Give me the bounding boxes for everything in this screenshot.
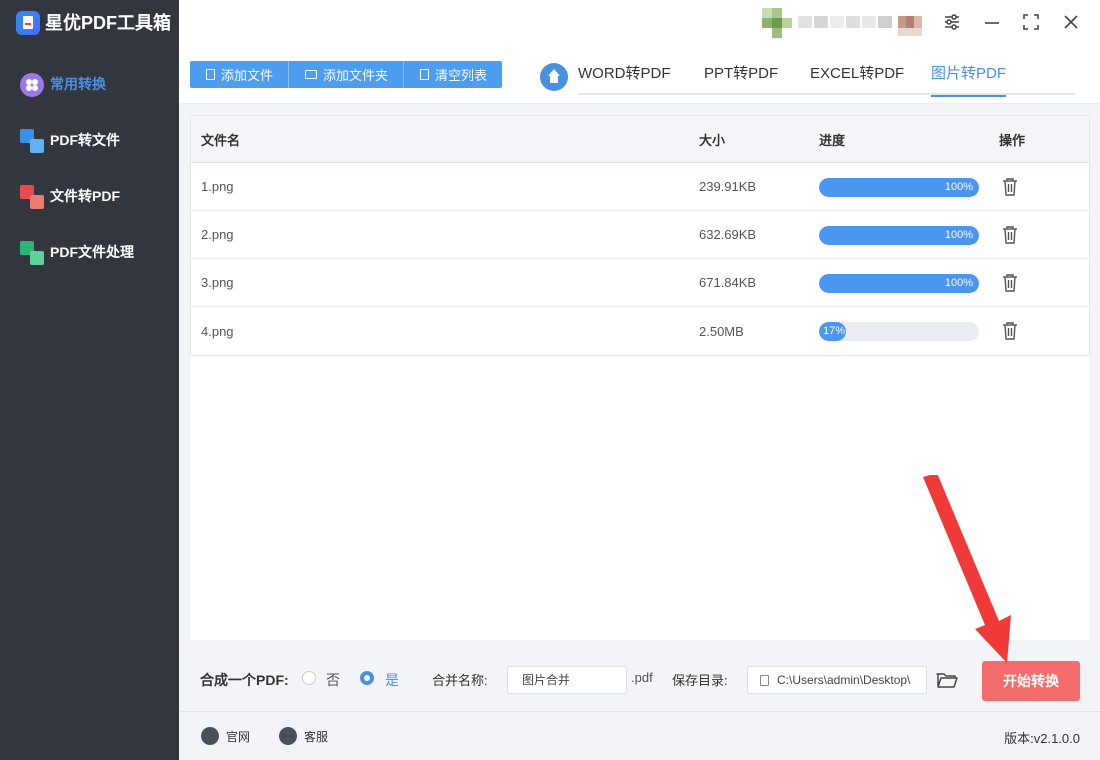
merge-yes-label: 是 xyxy=(385,672,399,688)
add-folder-label: 添加文件夹 xyxy=(323,68,389,83)
ie-globe-icon xyxy=(201,727,219,745)
maximize-icon[interactable] xyxy=(1021,13,1041,33)
progress-bar: 100% xyxy=(819,226,979,245)
tab-ppt-to-pdf[interactable]: PPT转PDF xyxy=(704,62,778,95)
table-row[interactable]: 3.png 671.84KB 100% xyxy=(191,259,1089,307)
sidebar-item-label: PDF文件处理 xyxy=(50,244,134,260)
pdf-extension: .pdf xyxy=(631,670,653,685)
pdf-process-icon xyxy=(18,239,44,265)
merge-no-label: 否 xyxy=(326,672,340,688)
merge-name-input[interactable]: 图片合并 xyxy=(507,666,627,694)
file-list-panel: 文件名 大小 进度 操作 1.png 239.91KB 100% 2.png 632.6… xyxy=(190,115,1090,640)
delete-trash-icon[interactable] xyxy=(1001,177,1019,197)
delete-trash-icon[interactable] xyxy=(1001,273,1019,293)
table-row[interactable]: 2.png 632.69KB 100% xyxy=(191,211,1089,259)
service-label: 客服 xyxy=(304,729,329,744)
file-size: 239.91KB xyxy=(699,179,757,194)
output-options: 合成一个PDF: 否 是 合并名称: 图片合并 .pdf 保存目录: C:\Us… xyxy=(179,650,1100,712)
table-header: 文件名 大小 进度 操作 xyxy=(191,116,1089,163)
header-filename: 文件名 xyxy=(201,132,241,148)
close-icon[interactable] xyxy=(1061,13,1081,33)
customer-service-link[interactable]: 客服 xyxy=(279,727,328,745)
save-dir-value: C:\Users\admin\Desktop\ xyxy=(777,673,911,687)
settings-sliders-icon[interactable] xyxy=(942,13,962,33)
merge-no-radio[interactable] xyxy=(302,671,316,685)
sidebar-item-file-to-pdf[interactable]: 文件转PDF xyxy=(18,181,120,211)
title-bar xyxy=(179,0,1100,50)
file-name: 4.png xyxy=(201,323,234,339)
add-file-button[interactable]: 添加文件 xyxy=(190,61,290,88)
app-title: 星优PDF工具箱 xyxy=(45,13,171,33)
delete-trash-icon[interactable] xyxy=(1001,225,1019,245)
sidebar-item-label: PDF转文件 xyxy=(50,132,120,148)
sidebar-item-label: 常用转换 xyxy=(50,76,106,92)
file-name: 3.png xyxy=(201,275,234,290)
tab-word-to-pdf[interactable]: WORD转PDF xyxy=(578,62,671,95)
file-button-group: 添加文件 添加文件夹 清空列表 xyxy=(190,61,503,88)
chat-bubble-icon xyxy=(279,727,297,745)
version-text: 版本:v2.1.0.0 xyxy=(1004,731,1080,746)
file-to-pdf-icon xyxy=(18,183,44,209)
table-row[interactable]: 1.png 239.91KB 100% xyxy=(191,163,1089,211)
file-size: 2.50MB xyxy=(699,323,744,339)
sidebar-item-pdf-process[interactable]: PDF文件处理 xyxy=(18,237,134,267)
file-size: 671.84KB xyxy=(699,275,757,290)
convert-tabs: WORD转PDF PPT转PDF EXCEL转PDF 图片转PDF xyxy=(578,62,1075,97)
table-row[interactable]: 4.png 2.50MB 17% xyxy=(191,307,1089,355)
footer: 官网 客服 版本:v2.1.0.0 xyxy=(179,713,1100,760)
trash-icon xyxy=(420,69,430,80)
sidebar-item-common-convert[interactable]: 常用转换 xyxy=(18,69,106,99)
add-folder-button[interactable]: 添加文件夹 xyxy=(289,61,405,88)
progress-bar: 17% xyxy=(819,322,979,341)
pdf-to-file-icon xyxy=(18,127,44,153)
add-file-label: 添加文件 xyxy=(221,68,274,83)
header-size: 大小 xyxy=(699,132,726,148)
save-dir-input[interactable]: C:\Users\admin\Desktop\ xyxy=(747,666,927,694)
progress-text: 100% xyxy=(944,229,973,241)
start-convert-button[interactable]: 开始转换 xyxy=(982,661,1080,701)
sidebar-item-label: 文件转PDF xyxy=(50,188,120,204)
folder-icon xyxy=(305,70,318,79)
merge-name-label: 合并名称: xyxy=(432,673,488,688)
progress-text: 100% xyxy=(944,181,973,193)
sidebar-item-pdf-to-file[interactable]: PDF转文件 xyxy=(18,125,120,155)
file-icon xyxy=(206,69,215,80)
file-name: 1.png xyxy=(201,179,234,194)
tab-excel-to-pdf[interactable]: EXCEL转PDF xyxy=(810,62,904,95)
merge-pdf-label: 合成一个PDF: xyxy=(200,672,289,688)
progress-bar: 100% xyxy=(819,274,979,293)
save-dir-label: 保存目录: xyxy=(672,673,728,688)
minimize-icon[interactable] xyxy=(982,13,1002,33)
merge-yes-radio[interactable] xyxy=(360,671,374,685)
file-name: 2.png xyxy=(201,227,234,242)
toolbar: 添加文件 添加文件夹 清空列表 WORD转PDF PPT转PDF EXCEL转P… xyxy=(179,50,1100,104)
app-logo-icon xyxy=(16,11,40,35)
clear-list-button[interactable]: 清空列表 xyxy=(404,61,502,88)
file-table: 文件名 大小 进度 操作 1.png 239.91KB 100% 2.png 632.6… xyxy=(190,115,1090,356)
header-action: 操作 xyxy=(999,132,1026,148)
tab-image-to-pdf[interactable]: 图片转PDF xyxy=(931,62,1007,97)
clear-list-label: 清空列表 xyxy=(435,68,488,83)
file-size: 632.69KB xyxy=(699,227,757,242)
flower-circle-icon xyxy=(18,71,44,97)
progress-text: 100% xyxy=(944,277,973,289)
progress-text: 17% xyxy=(823,325,846,337)
user-avatar-blurred[interactable] xyxy=(762,8,922,46)
open-folder-icon[interactable] xyxy=(936,671,958,689)
home-button[interactable] xyxy=(540,63,568,91)
sidebar: 星优PDF工具箱 常用转换 PDF转文件 文件转PDF PDF文件处理 xyxy=(0,0,179,760)
delete-trash-icon[interactable] xyxy=(1001,321,1019,341)
website-link[interactable]: 官网 xyxy=(201,727,250,745)
progress-bar: 100% xyxy=(819,178,979,197)
file-icon xyxy=(760,675,769,687)
website-label: 官网 xyxy=(226,729,251,744)
header-progress: 进度 xyxy=(819,132,846,148)
